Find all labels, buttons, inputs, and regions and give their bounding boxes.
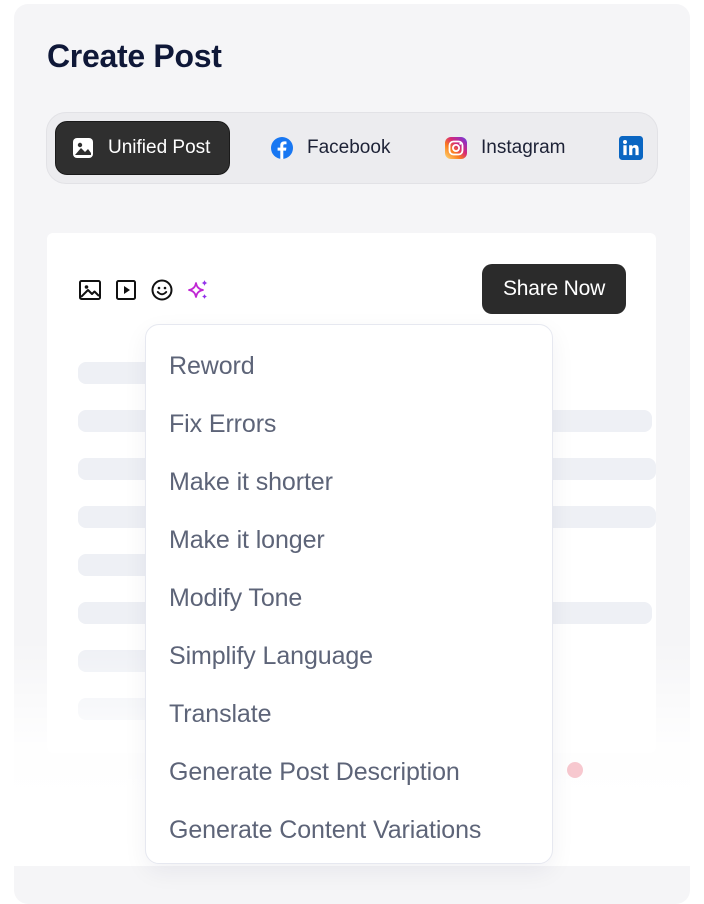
menu-item-modify-tone[interactable]: Modify Tone (169, 578, 302, 618)
video-icon[interactable] (114, 278, 138, 302)
tab-label: Unified Post (108, 137, 211, 158)
facebook-icon (271, 137, 293, 159)
menu-item-make-shorter[interactable]: Make it shorter (169, 462, 333, 502)
tab-label: Facebook (307, 137, 391, 158)
menu-item-reword[interactable]: Reword (169, 346, 255, 386)
tab-label: Instagram (481, 137, 566, 158)
menu-item-generate-post-description[interactable]: Generate Post Description (169, 752, 460, 792)
platform-tabs: Unified Post Facebook Instagram (46, 112, 658, 184)
menu-item-simplify-language[interactable]: Simplify Language (169, 636, 373, 676)
image-icon (73, 138, 93, 158)
ai-sparkle-icon[interactable] (186, 278, 210, 302)
ai-assist-menu: Reword Fix Errors Make it shorter Make i… (145, 324, 553, 864)
menu-item-make-longer[interactable]: Make it longer (169, 520, 325, 560)
menu-item-generate-content-variations[interactable]: Generate Content Variations (169, 810, 481, 850)
image-icon[interactable] (78, 278, 102, 302)
instagram-icon (445, 137, 467, 159)
tab-linkedin[interactable] (619, 121, 643, 175)
tab-instagram[interactable]: Instagram (445, 121, 565, 175)
tab-unified-post[interactable]: Unified Post (55, 121, 230, 175)
menu-item-fix-errors[interactable]: Fix Errors (169, 404, 276, 444)
page-title: Create Post (47, 38, 222, 74)
emoji-icon[interactable] (150, 278, 174, 302)
linkedin-icon (619, 136, 643, 160)
share-now-button[interactable]: Share Now (482, 264, 626, 314)
notification-dot (567, 762, 583, 778)
tab-facebook[interactable]: Facebook (271, 121, 390, 175)
menu-item-translate[interactable]: Translate (169, 694, 271, 734)
